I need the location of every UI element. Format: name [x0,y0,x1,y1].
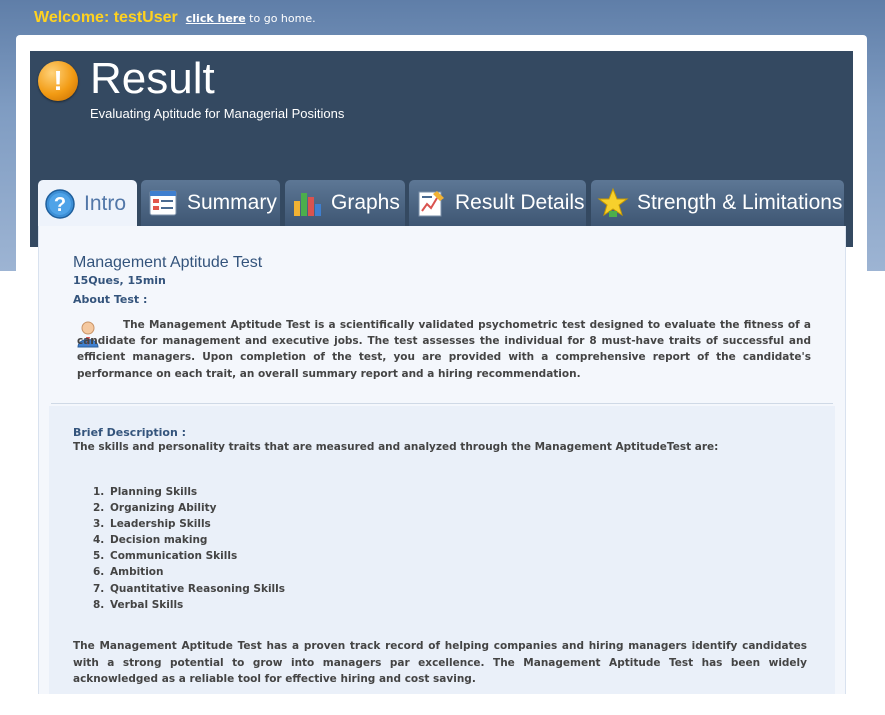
tab-graphs-label: Graphs [331,191,400,214]
tab-intro-label: Intro [84,192,127,215]
tab-graphs[interactable]: Graphs [285,180,405,226]
section-divider [51,403,833,404]
skills-list: 1. Planning Skills 2. Organizing Ability 3… [93,484,285,613]
list-item-label: Communication Skills [110,550,238,563]
list-item-number: 4. [93,534,105,547]
list-item: 3. Leadership Skills [93,516,285,532]
list-item-label: Leadership Skills [110,518,211,531]
page-title: Result [90,54,215,103]
list-item: 6. Ambition [93,564,285,580]
list-item: 8. Verbal Skills [93,597,285,613]
list-item-label: Planning Skills [110,486,198,498]
tab-summary-label: Summary [187,191,277,214]
details-chart-icon [415,187,447,219]
list-item-label: Verbal Skills [110,598,184,611]
brief-description-label: Brief Description : [73,426,187,439]
home-link[interactable]: click here [186,12,246,25]
tab-strength-limitations-label: Strength & Limitations [637,191,843,214]
test-meta: 15Ques, 15min [73,274,166,287]
list-item-label: Organizing Ability [110,502,217,515]
list-item-number: 5. [93,550,105,563]
list-item: 4. Decision making [93,532,285,548]
tab-strength-limitations[interactable]: Strength & Limitations [591,180,844,226]
home-link-suffix: to go home. [245,12,316,25]
about-test-text: The Management Aptitude Test is a scient… [77,319,811,380]
help-icon: ? [44,188,76,220]
tab-result-details-label: Result Details [455,191,585,214]
about-test-label: About Test : [73,293,148,306]
list-item: 1. Planning Skills [93,484,285,500]
list-item-number: 6. [93,566,105,579]
tab-result-details[interactable]: Result Details [409,180,586,226]
summary-list-icon [147,187,179,219]
bar-chart-icon [291,187,323,219]
page-subtitle: Evaluating Aptitude for Managerial Posit… [90,106,345,121]
list-item-number: 8. [93,598,105,611]
list-item-label: Decision making [110,534,208,547]
list-item-label: Quantitative Reasoning Skills [110,582,285,595]
list-item-number: 1. [93,486,105,498]
list-item-label: Ambition [110,566,164,579]
star-icon [597,187,629,219]
brief-description-intro: The skills and personality traits that a… [73,441,719,453]
welcome-bar: Welcome: testUser click here to go home. [34,9,316,27]
test-title: Management Aptitude Test [73,254,263,271]
closing-description-text: The Management Aptitude Test has a prove… [73,640,807,685]
list-item-number: 7. [93,582,105,595]
list-item: 2. Organizing Ability [93,500,285,516]
intro-content-panel: Management Aptitude Test 15Ques, 15min A… [38,226,846,694]
list-item-number: 3. [93,518,105,531]
tab-intro[interactable]: ? Intro [38,180,137,228]
welcome-text: Welcome: testUser [34,9,178,26]
list-item: 5. Communication Skills [93,548,285,564]
list-item-number: 2. [93,502,105,515]
alert-icon: ! [38,61,78,101]
svg-text:?: ? [54,194,66,216]
tab-summary[interactable]: Summary [141,180,280,226]
list-item: 7. Quantitative Reasoning Skills [93,581,285,597]
